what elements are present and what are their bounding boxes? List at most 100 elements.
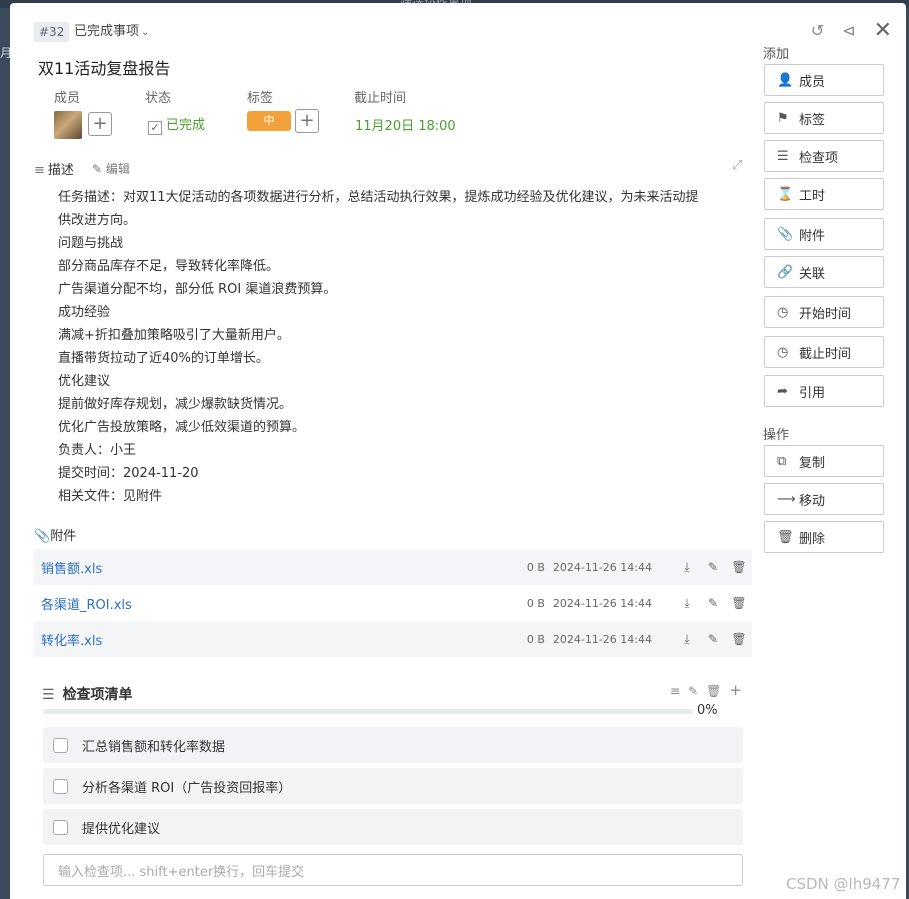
task-title[interactable]: 双11活动复盘报告 xyxy=(38,55,170,79)
checklist-input[interactable]: 输入检查项... shift+enter换行，回车提交 xyxy=(43,854,743,886)
description-line: 部分商品库存不足，导致转化率降低。 xyxy=(58,259,280,274)
checklist-checkbox[interactable] xyxy=(53,737,68,753)
pencil-icon[interactable]: ✎ xyxy=(700,632,726,646)
task-detail-dialog: #32 已完成事项 ⌄ ↺ ⊲ ✕ 双11活动复盘报告 成员 状态 标签 截止时间… xyxy=(10,3,906,899)
checklist-checkbox[interactable] xyxy=(53,819,68,835)
add-member-button[interactable]: + xyxy=(88,112,112,136)
button-label: 截止时间 xyxy=(799,346,852,362)
button-label: 删除 xyxy=(799,531,826,547)
attachment-name[interactable]: 各渠道_ROI.xls xyxy=(41,594,527,613)
trash-icon[interactable]: 🗑 xyxy=(726,560,752,574)
add-tag-sidebar-button[interactable]: ⚑ 标签 xyxy=(764,102,884,134)
check-icon: ✓ xyxy=(148,121,162,135)
attachment-time: 2024-11-26 14:44 xyxy=(552,560,652,574)
avatar[interactable] xyxy=(54,111,82,139)
description-line: 广告渠道分配不均，部分低 ROI 渠道浪费预算。 xyxy=(58,282,337,297)
description-line: 优化建议 xyxy=(58,374,111,389)
add-reference-button[interactable]: ➦ 引用 xyxy=(764,375,884,407)
checklist-item-text[interactable]: 汇总销售额和转化率数据 xyxy=(82,736,225,755)
hourglass-icon: ⌛ xyxy=(777,186,794,202)
description-line: 满减+折扣叠加策略吸引了大量新用户。 xyxy=(58,328,290,343)
description-line: 成功经验 xyxy=(58,305,111,320)
checklist-title: 检查项清单 xyxy=(62,687,133,703)
add-attachment-button[interactable]: 📎 附件 xyxy=(764,218,884,250)
attachment-time: 2024-11-26 14:44 xyxy=(552,632,652,646)
download-icon[interactable]: ⤓ xyxy=(674,560,700,575)
description-header: ≡ 描述 xyxy=(34,159,74,178)
filter-icon[interactable]: ≡ xyxy=(670,684,680,698)
attachment-size: 0 B xyxy=(526,596,545,610)
add-worktime-button[interactable]: ⌛ 工时 xyxy=(764,178,884,210)
button-label: 关联 xyxy=(799,266,826,282)
expand-icon[interactable]: ⤢ xyxy=(732,158,742,173)
description-line: 任务描述：对双11大促活动的各项数据进行分析，总结活动执行效果，提炼成功经验及优… xyxy=(58,190,699,205)
button-label: 检查项 xyxy=(799,150,839,166)
attachment-size: 0 B xyxy=(526,632,545,646)
edit-label: 编辑 xyxy=(105,162,130,176)
add-section-label: 添加 xyxy=(763,47,790,62)
add-member-sidebar-button[interactable]: 👤 成员 xyxy=(764,64,884,96)
status-value: 已完成 xyxy=(166,118,206,133)
button-label: 移动 xyxy=(799,493,826,509)
checklist-checkbox[interactable] xyxy=(53,778,68,794)
download-icon[interactable]: ⤓ xyxy=(674,632,700,647)
pencil-icon[interactable]: ✎ xyxy=(700,596,726,610)
add-deadline-button[interactable]: ◷ 截止时间 xyxy=(764,336,884,368)
checklist-progress-bar xyxy=(43,709,693,714)
status-dropdown[interactable]: 已完成事项 ⌄ xyxy=(74,22,149,43)
checklist-progress-text: 0% xyxy=(697,703,718,718)
status-checkbox[interactable]: ✓ 已完成 xyxy=(148,114,205,135)
chevron-down-icon: ⌄ xyxy=(141,27,150,38)
button-label: 复制 xyxy=(799,455,826,471)
add-checklist-button[interactable]: ☰ 检查项 xyxy=(764,140,884,172)
pencil-icon[interactable]: ✎ xyxy=(688,684,698,698)
pencil-icon[interactable]: ✎ xyxy=(700,560,726,574)
attachment-name[interactable]: 销售额.xls xyxy=(41,558,527,577)
trash-icon[interactable]: 🗑 xyxy=(706,684,721,698)
button-label: 工时 xyxy=(799,188,826,204)
description-body: 任务描述：对双11大促活动的各项数据进行分析，总结活动执行效果，提炼成功经验及优… xyxy=(58,186,750,508)
description-line: 问题与挑战 xyxy=(58,236,124,251)
add-link-button[interactable]: 🔗 关联 xyxy=(764,256,884,288)
history-icon[interactable]: ↺ xyxy=(811,21,824,40)
button-label: 成员 xyxy=(799,74,826,90)
close-icon[interactable]: ✕ xyxy=(874,18,892,43)
description-line: 供改进方向。 xyxy=(58,213,137,228)
deadline-label: 截止时间 xyxy=(354,91,407,106)
trash-icon[interactable]: 🗑 xyxy=(726,596,752,610)
priority-tag[interactable]: 中 xyxy=(247,111,291,131)
description-line: 负责人：小王 xyxy=(58,443,137,458)
description-line: 优化广告投放策略，减少低效渠道的预算。 xyxy=(58,420,306,435)
checklist-item: 汇总销售额和转化率数据 xyxy=(43,727,743,763)
add-start-time-button[interactable]: ◷ 开始时间 xyxy=(764,296,884,328)
description-line: 提交时间：2024-11-20 xyxy=(58,466,199,481)
checklist-item-text[interactable]: 分析各渠道 ROI（广告投资回报率） xyxy=(82,777,291,796)
trash-icon: 🗑 xyxy=(777,529,794,545)
checklist-item-text[interactable]: 提供优化建议 xyxy=(82,818,160,837)
move-button[interactable]: ⟶ 移动 xyxy=(764,483,884,515)
attachment-size: 0 B xyxy=(526,560,545,574)
plus-icon[interactable]: + xyxy=(729,683,742,698)
pencil-icon: ✎ xyxy=(92,162,103,176)
attachment-name[interactable]: 转化率.xls xyxy=(41,630,527,649)
arrow-right-icon: ⟶ xyxy=(777,491,796,507)
attachments-label: 附件 xyxy=(50,529,77,544)
checklist-item: 提供优化建议 xyxy=(43,809,743,845)
trash-icon[interactable]: 🗑 xyxy=(726,632,752,646)
description-line: 提前做好库存规划，减少爆款缺货情况。 xyxy=(58,397,293,412)
attachments-header: 📎附件 xyxy=(34,525,76,544)
copy-button[interactable]: ⧉ 复制 xyxy=(764,445,884,477)
add-tag-button[interactable]: + xyxy=(295,109,319,133)
edit-description-button[interactable]: ✎ 编辑 xyxy=(92,160,130,177)
list-icon: ☰ xyxy=(42,687,55,703)
status-dropdown-label: 已完成事项 xyxy=(74,24,140,39)
attachment-row: 转化率.xls 0 B 2024-11-26 14:44 ⤓ ✎ 🗑 xyxy=(34,621,752,657)
paperclip-icon: 📎 xyxy=(34,529,51,544)
checklist-tools: ≡ ✎ 🗑 + xyxy=(670,683,742,699)
share-icon[interactable]: ⊲ xyxy=(842,21,855,40)
delete-button[interactable]: 🗑 删除 xyxy=(764,521,884,553)
deadline-value[interactable]: 11月20日 18:00 xyxy=(355,115,456,134)
tag-icon: ⚑ xyxy=(777,110,789,126)
attachment-row: 各渠道_ROI.xls 0 B 2024-11-26 14:44 ⤓ ✎ 🗑 xyxy=(34,585,752,621)
download-icon[interactable]: ⤓ xyxy=(674,596,700,611)
